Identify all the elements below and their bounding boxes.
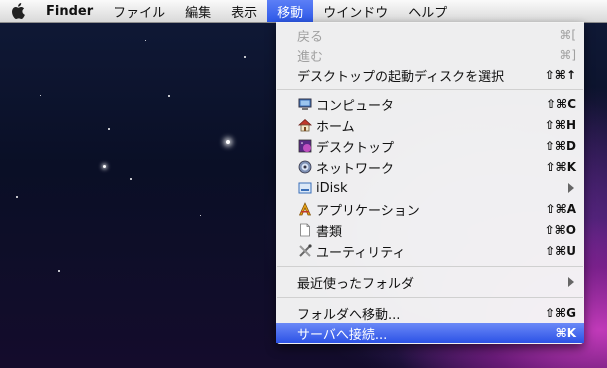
menubar-view[interactable]: 表示 bbox=[221, 0, 267, 22]
shortcut: ⇧⌘U bbox=[545, 244, 576, 258]
menu-item-label: コンピュータ bbox=[316, 98, 395, 114]
menubar-edit[interactable]: 編集 bbox=[175, 0, 221, 22]
home-icon bbox=[297, 118, 313, 132]
menubar-finder[interactable]: Finder bbox=[36, 0, 103, 22]
menubar-help[interactable]: ヘルプ bbox=[398, 0, 457, 22]
menu-item-documents[interactable]: 書類 ⇧⌘O bbox=[276, 220, 584, 240]
network-icon bbox=[298, 160, 312, 174]
star bbox=[200, 215, 201, 216]
menu-item-home[interactable]: ホーム ⇧⌘H bbox=[276, 115, 584, 135]
menu-item-network[interactable]: ネットワーク ⇧⌘K bbox=[276, 157, 584, 177]
star bbox=[103, 165, 106, 168]
shortcut: ⌘K bbox=[555, 326, 576, 340]
go-menu: 戻る ⌘[ 進む ⌘] デスクトップの起動ディスクを選択 ⇧⌘↑ コンピュータ … bbox=[276, 22, 584, 344]
shortcut: ⌘] bbox=[559, 48, 576, 62]
shortcut: ⇧⌘G bbox=[544, 306, 576, 320]
menu-bar: Finder ファイル 編集 表示 移動 ウインドウ ヘルプ bbox=[0, 0, 607, 23]
shortcut: ⇧⌘D bbox=[544, 139, 576, 153]
menu-item-applications[interactable]: アプリケーション ⇧⌘A bbox=[276, 199, 584, 219]
menu-item-label: iDisk bbox=[316, 180, 348, 196]
apple-icon[interactable] bbox=[0, 0, 36, 22]
submenu-arrow-icon bbox=[568, 277, 574, 287]
menu-item-label: 進む bbox=[297, 49, 324, 65]
menu-item-label: 最近使ったフォルダ bbox=[297, 276, 415, 292]
menu-separator bbox=[277, 89, 583, 90]
star bbox=[145, 40, 146, 41]
menu-item-label: ホーム bbox=[316, 119, 355, 135]
submenu-arrow-icon bbox=[568, 183, 574, 193]
desktop-icon bbox=[298, 139, 312, 153]
star bbox=[244, 56, 246, 58]
menu-separator bbox=[277, 266, 583, 267]
shortcut: ⌘[ bbox=[559, 28, 576, 42]
menu-item-label: サーバへ接続... bbox=[297, 327, 388, 343]
shortcut: ⇧⌘A bbox=[545, 202, 576, 216]
menu-item-computer[interactable]: コンピュータ ⇧⌘C bbox=[276, 94, 584, 114]
menu-item-connect-to-server[interactable]: サーバへ接続... ⌘K bbox=[276, 323, 584, 343]
star bbox=[58, 270, 60, 272]
menu-item-recent-folders[interactable]: 最近使ったフォルダ bbox=[276, 272, 584, 292]
shortcut: ⇧⌘O bbox=[544, 223, 576, 237]
menu-item-label: 書類 bbox=[316, 224, 343, 240]
documents-icon bbox=[298, 223, 312, 237]
utilities-icon bbox=[298, 244, 312, 258]
idisk-icon bbox=[298, 181, 312, 195]
menubar-file[interactable]: ファイル bbox=[103, 0, 175, 22]
menu-item-label: ネットワーク bbox=[316, 161, 395, 177]
computer-icon bbox=[298, 97, 312, 111]
menu-item-label: フォルダへ移動... bbox=[297, 307, 401, 323]
star bbox=[168, 95, 170, 97]
menu-item-go-to-folder[interactable]: フォルダへ移動... ⇧⌘G bbox=[276, 303, 584, 323]
menu-item-label: 戻る bbox=[297, 29, 324, 45]
shortcut: ⇧⌘↑ bbox=[544, 68, 576, 82]
star bbox=[130, 178, 132, 180]
shortcut: ⇧⌘H bbox=[544, 118, 576, 132]
menu-item-label: ユーティリティ bbox=[316, 245, 406, 261]
star bbox=[108, 128, 110, 130]
star bbox=[226, 140, 230, 144]
menu-item-utilities[interactable]: ユーティリティ ⇧⌘U bbox=[276, 241, 584, 261]
applications-icon bbox=[298, 202, 312, 216]
menu-item-label: デスクトップの起動ディスクを選択 bbox=[297, 69, 505, 85]
menubar-window[interactable]: ウインドウ bbox=[313, 0, 398, 22]
menu-separator bbox=[277, 297, 583, 298]
shortcut: ⇧⌘K bbox=[545, 160, 577, 174]
menu-item-forward[interactable]: 進む ⌘] bbox=[276, 45, 584, 65]
menu-item-back[interactable]: 戻る ⌘[ bbox=[276, 25, 584, 45]
menu-item-label: デスクトップ bbox=[316, 140, 395, 156]
menubar-go[interactable]: 移動 bbox=[267, 0, 314, 22]
star bbox=[16, 196, 18, 198]
shortcut: ⇧⌘C bbox=[546, 97, 576, 111]
menu-item-startup-disk[interactable]: デスクトップの起動ディスクを選択 ⇧⌘↑ bbox=[276, 65, 584, 85]
star bbox=[40, 95, 41, 96]
menu-item-desktop[interactable]: デスクトップ ⇧⌘D bbox=[276, 136, 584, 156]
menu-item-label: アプリケーション bbox=[316, 203, 420, 219]
menu-item-idisk[interactable]: iDisk bbox=[276, 178, 584, 198]
